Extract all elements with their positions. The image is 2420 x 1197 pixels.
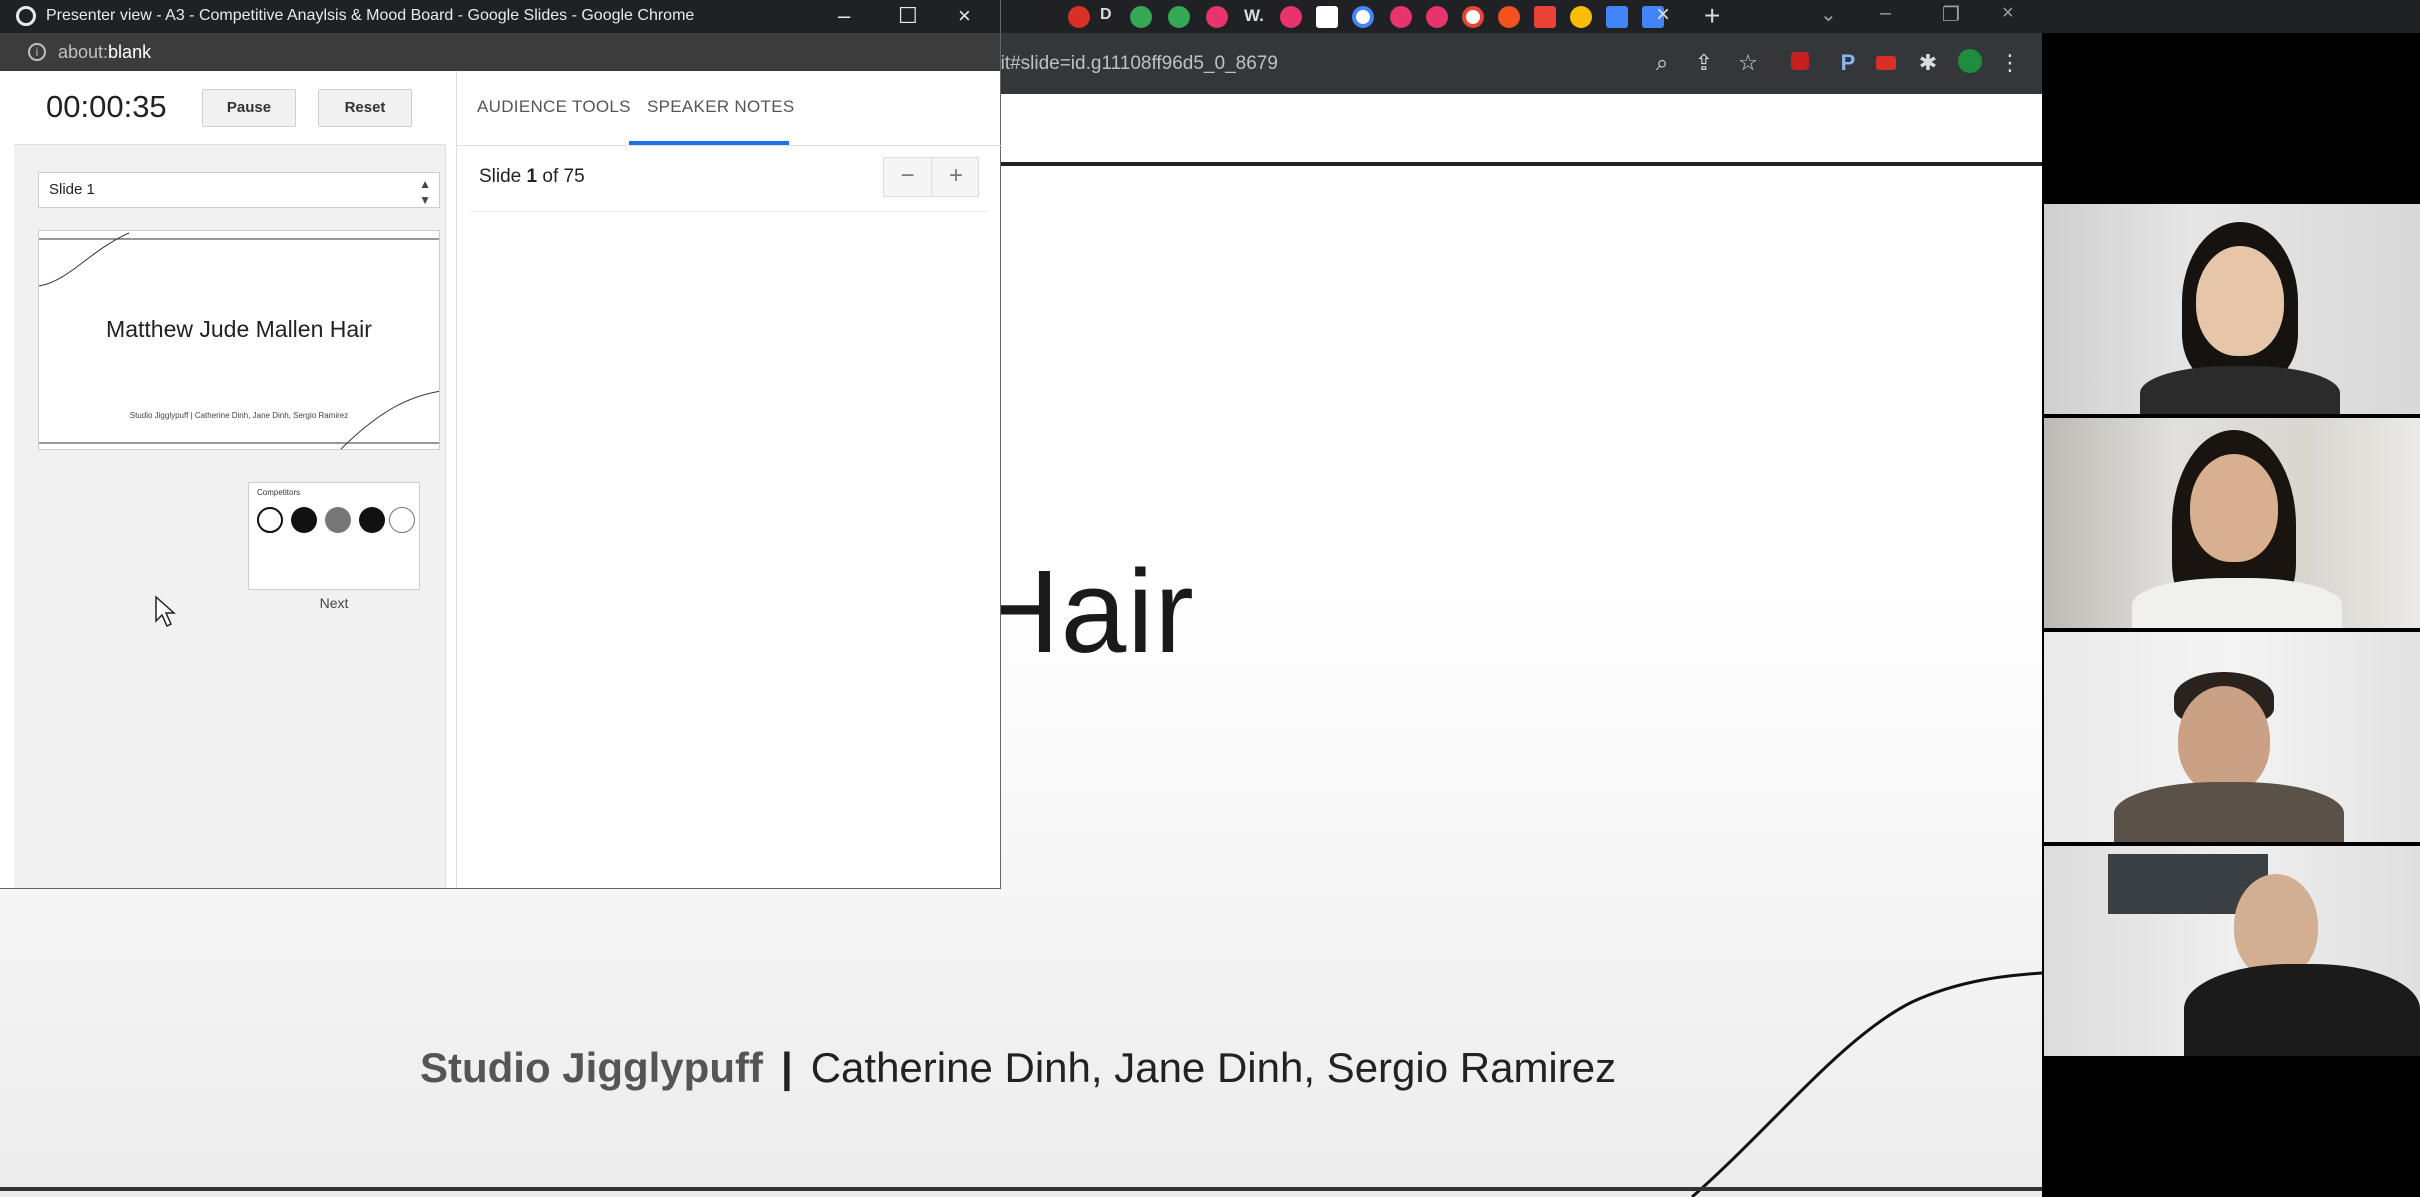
competitor-logo-2 [291, 507, 317, 533]
competitor-logo-4 [359, 507, 385, 533]
tab-favicon-tag[interactable] [1130, 6, 1152, 28]
tab-favicon-gmail[interactable] [1534, 6, 1556, 28]
presenter-tabs: AUDIENCE TOOLS SPEAKER NOTES [457, 71, 1001, 146]
minimize-icon[interactable]: – [1880, 2, 1891, 25]
participant-video-2[interactable] [2044, 418, 2420, 628]
chrome-menu-icon[interactable]: ⋮ [1996, 49, 2024, 77]
tab-favicon-d[interactable]: D [1100, 6, 1112, 24]
tab-favicon-pink-2[interactable] [1280, 6, 1302, 28]
competitor-logo-5 [389, 507, 415, 533]
tab-favicon-notion[interactable] [1316, 6, 1338, 28]
popup-close-icon[interactable]: × [958, 0, 971, 31]
participant-video-3[interactable] [2044, 632, 2420, 842]
tab-favicon-1[interactable] [1068, 6, 1090, 28]
tab-favicon-drive[interactable] [1570, 6, 1592, 28]
slide-counter: Slide 1 of 75 [479, 166, 585, 188]
popup-minimize-icon[interactable]: – [838, 0, 850, 31]
extensions-puzzle-icon[interactable]: ✱ [1914, 49, 1942, 77]
close-window-icon[interactable]: × [2002, 2, 2014, 25]
slide-bottom-rule [0, 1187, 2042, 1191]
tab-favicon-w[interactable]: W. [1244, 6, 1264, 26]
tab-favicon-orange[interactable] [1498, 6, 1520, 28]
presenter-url-bar[interactable]: i about:blank [0, 33, 1000, 71]
tab-favicon-pink-3[interactable] [1390, 6, 1412, 28]
select-arrows-icon: ▲ ▼ [419, 177, 431, 207]
extension-p-icon[interactable]: P [1834, 49, 1862, 77]
zoom-icon[interactable]: ⌕ [1648, 49, 1676, 77]
tab-favicon-pink[interactable] [1206, 6, 1228, 28]
competitor-logo-3 [325, 507, 351, 533]
mouse-cursor-icon [155, 595, 176, 628]
share-icon[interactable]: ⇪ [1690, 49, 1718, 77]
current-slide-thumbnail[interactable]: Matthew Jude Mallen Hair Studio Jigglypu… [38, 230, 440, 450]
byline-names: Catherine Dinh, Jane Dinh, Sergio Ramire… [810, 1044, 1617, 1091]
presenter-view-window: Presenter view - A3 - Competitive Anayls… [0, 0, 1001, 888]
notes-zoom-controls: − + [883, 157, 979, 197]
byline-studio: Studio Jigglypuff [420, 1044, 763, 1091]
presenter-window-title: Presenter view - A3 - Competitive Anayls… [46, 7, 695, 24]
tab-audience-tools[interactable]: AUDIENCE TOOLS [477, 97, 631, 117]
slide-select-dropdown[interactable]: Slide 1 ▲ ▼ [38, 172, 440, 208]
tab-favicon-google[interactable] [1352, 6, 1374, 28]
tab-favicon-tag-2[interactable] [1168, 6, 1190, 28]
bookmark-star-icon[interactable]: ☆ [1734, 49, 1762, 77]
slide-byline: Studio Jigglypuff | Catherine Dinh, Jane D… [420, 1044, 1616, 1092]
slide-count-current: 1 [526, 166, 538, 187]
presenter-right-pane: AUDIENCE TOOLS SPEAKER NOTES Slide 1 of … [456, 71, 1001, 888]
presenter-left-pane: 00:00:35 Pause Reset Slide 1 ▲ ▼ Matthew … [14, 71, 446, 888]
site-info-icon[interactable]: i [28, 43, 46, 61]
extension-ublock-icon[interactable] [1786, 49, 1814, 77]
decrease-font-button[interactable]: − [884, 158, 932, 196]
tab-speaker-notes[interactable]: SPEAKER NOTES [647, 97, 795, 117]
slide-count-total: of 75 [537, 166, 585, 187]
extension-red-icon[interactable] [1872, 49, 1900, 77]
slide-decorative-curve [1691, 971, 2042, 1197]
restore-icon[interactable]: ❐ [1942, 2, 1960, 27]
url-host: blank [108, 42, 152, 62]
competitor-logo-1 [257, 507, 283, 533]
popup-maximize-icon[interactable]: ☐ [898, 0, 918, 31]
active-tab-indicator [629, 141, 789, 145]
participant-video-1[interactable] [2044, 204, 2420, 414]
next-slide-thumbnail[interactable]: Competitors [248, 482, 420, 590]
tab-favicon-pink-4[interactable] [1426, 6, 1448, 28]
address-bar[interactable]: dit#slide=id.g11108ff96d5_0_8679 [990, 46, 1690, 82]
thumb-title: Matthew Jude Mallen Hair [106, 316, 372, 342]
thumb-subtitle: Studio Jigglypuff | Catherine Dinh, Jane… [129, 411, 349, 420]
participant-video-4[interactable] [2044, 846, 2420, 1056]
next-label: Next [319, 595, 349, 611]
timer-bar: 00:00:35 Pause Reset [14, 71, 446, 145]
pause-button[interactable]: Pause [202, 89, 296, 127]
tab-search-icon[interactable]: ⌄ [1820, 2, 1837, 27]
byline-separator: | [780, 1044, 793, 1091]
close-tab-icon[interactable]: × [1656, 1, 1670, 29]
url-prefix: about: [58, 42, 109, 62]
next-thumb-title: Competitors [257, 488, 301, 497]
increase-font-button[interactable]: + [932, 158, 980, 196]
tab-favicon-google-2[interactable] [1462, 6, 1484, 28]
profile-avatar[interactable] [1956, 49, 1984, 77]
elapsed-timer: 00:00:35 [46, 89, 167, 124]
chrome-icon [16, 6, 36, 26]
presenter-window-titlebar: Presenter view - A3 - Competitive Anayls… [0, 0, 1000, 33]
reset-button[interactable]: Reset [318, 89, 412, 127]
notes-divider [469, 211, 989, 212]
slide-count-prefix: Slide [479, 166, 527, 187]
new-tab-icon[interactable]: + [1704, 0, 1720, 32]
slide-select-value: Slide 1 [49, 181, 95, 198]
tab-favicon-docs[interactable] [1606, 6, 1628, 28]
